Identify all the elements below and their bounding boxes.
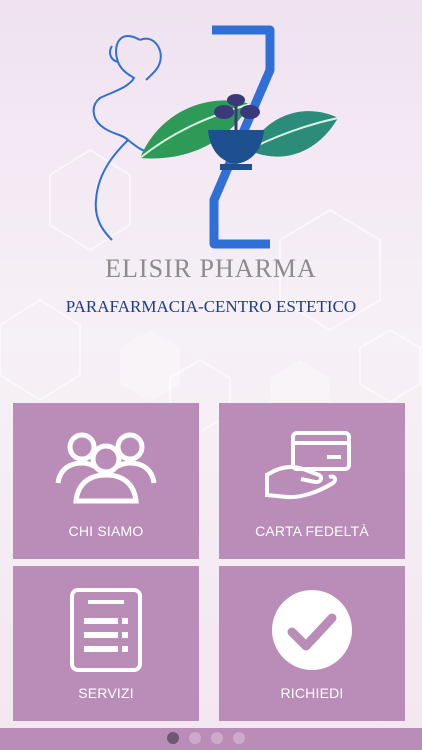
chi-siamo-tile[interactable]: CHI SIAMO [13,403,199,559]
page-dot-2[interactable] [189,732,201,744]
document-list-icon [70,588,142,672]
servizi-label: SERVIZI [78,685,134,701]
brand-name: ELISIR PHARMA [105,254,317,283]
page-indicator [0,728,422,750]
checkmark-circle-icon [272,590,352,670]
carta-fedelta-tile[interactable]: CARTA FEDELTÀ [219,403,405,559]
page-dot-1[interactable] [167,732,179,744]
richiedi-label: RICHIEDI [280,685,344,701]
servizi-tile[interactable]: SERVIZI [13,566,199,721]
richiedi-tile[interactable]: RICHIEDI [219,566,405,721]
people-group-icon [55,432,157,504]
chi-siamo-label: CHI SIAMO [68,523,144,539]
carta-fedelta-label: CARTA FEDELTÀ [255,523,369,539]
brand-tagline: PARAFARMACIA-CENTRO ESTETICO [65,297,357,316]
page-dot-4[interactable] [233,732,245,744]
hand-card-icon [265,431,351,500]
page-dot-3[interactable] [211,732,223,744]
